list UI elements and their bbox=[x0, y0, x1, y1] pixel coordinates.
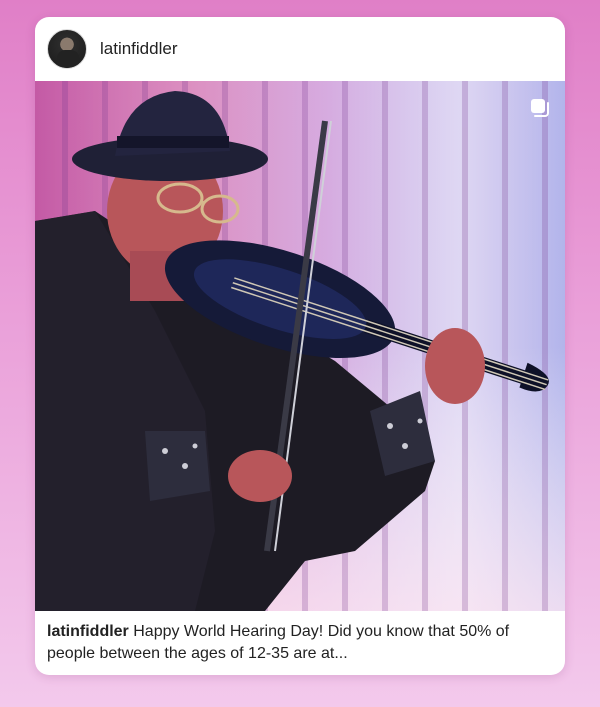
post-caption: latinfiddler Happy World Hearing Day! Di… bbox=[47, 621, 553, 665]
violinist-photo bbox=[35, 81, 565, 611]
post-header: latinfiddler bbox=[35, 17, 565, 81]
avatar[interactable] bbox=[47, 29, 87, 69]
multiple-posts-icon bbox=[531, 99, 549, 117]
post-card[interactable]: latinfiddler latinfiddler Happy World He… bbox=[35, 17, 565, 675]
post-photo[interactable] bbox=[35, 81, 565, 611]
username[interactable]: latinfiddler bbox=[100, 39, 178, 59]
caption-username[interactable]: latinfiddler bbox=[47, 623, 129, 640]
